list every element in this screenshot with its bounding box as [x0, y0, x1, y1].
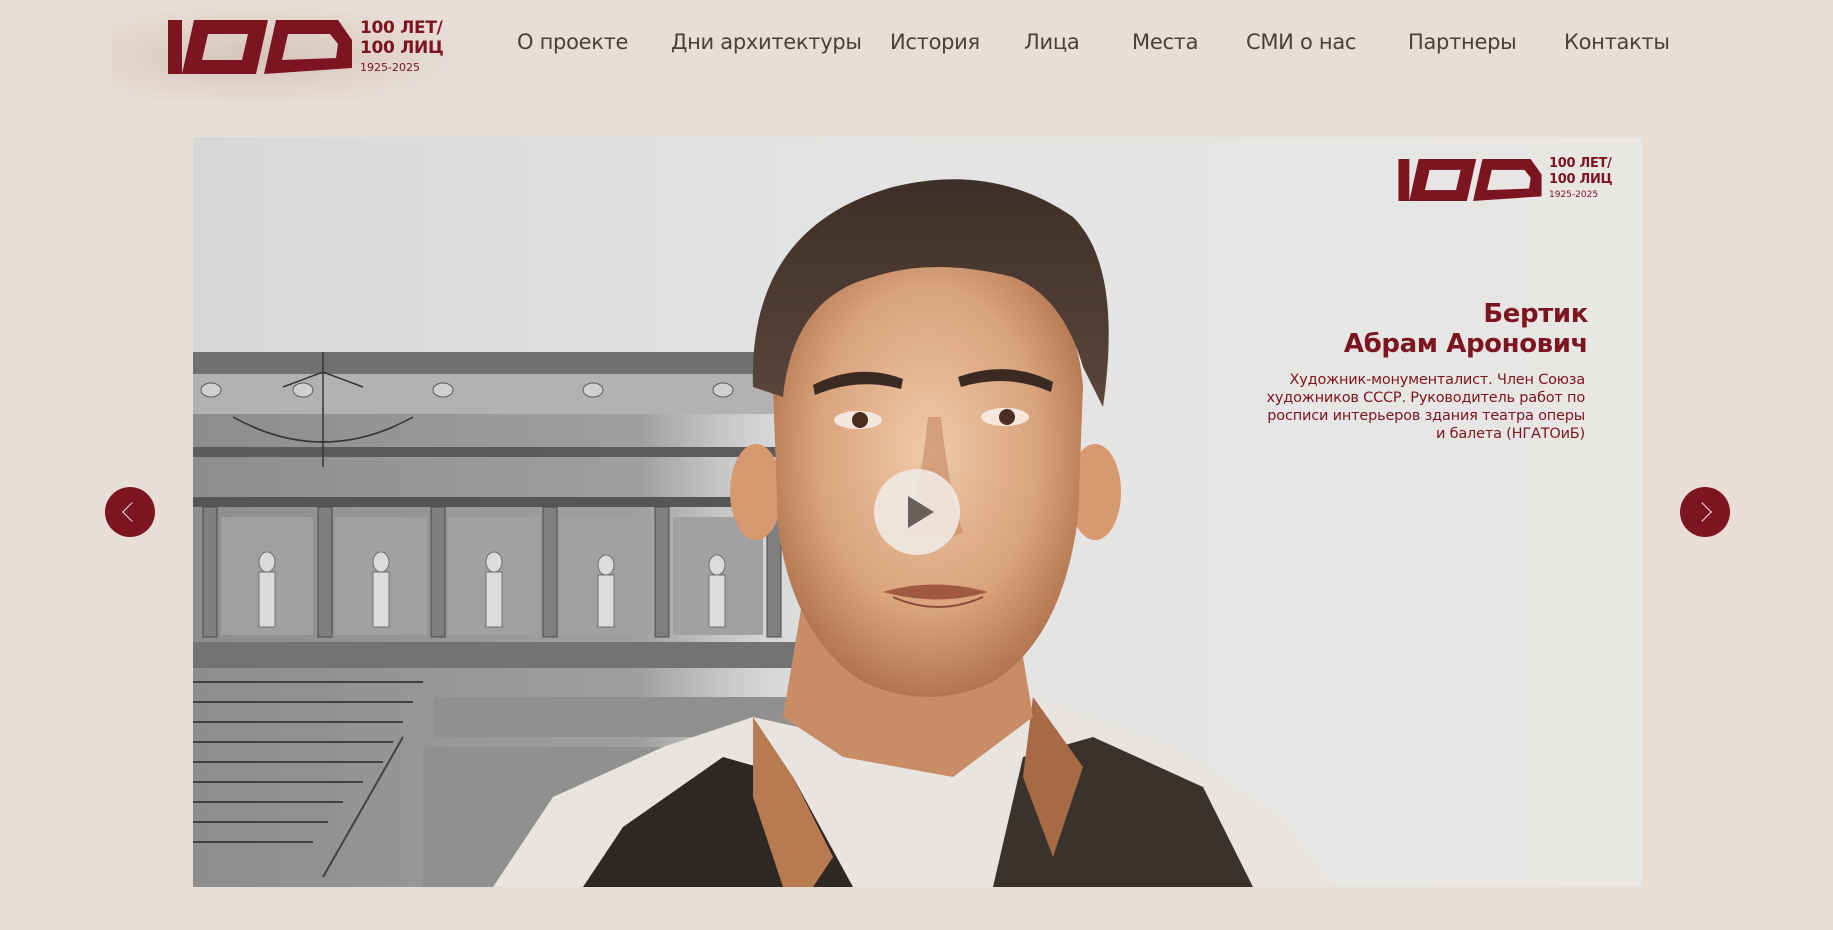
nav-item-history[interactable]: История	[890, 30, 980, 54]
nav-item-faces[interactable]: Лица	[1024, 30, 1080, 54]
logo-100-mark-icon	[168, 20, 352, 74]
site-logo[interactable]: 100 ЛЕТ/ 100 ЛИЦ 1925-2025	[168, 20, 458, 76]
nav-item-media[interactable]: СМИ о нас	[1246, 30, 1356, 54]
slide-logo-years: 1925-2025	[1549, 190, 1599, 200]
slider-next-button[interactable]	[1680, 487, 1730, 537]
slide-logo-line-2: 100 ЛИЦ	[1549, 172, 1613, 187]
person-surname: Бертик	[1483, 299, 1588, 329]
person-name: Бертик Абрам Аронович	[1344, 299, 1588, 359]
hero-slider: 100 ЛЕТ/ 100 ЛИЦ 1925-2025 Бертик Абрам …	[193, 137, 1643, 887]
site-header: 100 ЛЕТ/ 100 ЛИЦ 1925-2025 О проекте Дни…	[0, 0, 1833, 100]
slide-logo: 100 ЛЕТ/ 100 ЛИЦ 1925-2025	[1397, 157, 1621, 205]
nav-item-partners[interactable]: Партнеры	[1408, 30, 1517, 54]
slide-logo-line-1: 100 ЛЕТ/	[1549, 156, 1612, 171]
nav-item-places[interactable]: Места	[1132, 30, 1198, 54]
play-video-button[interactable]	[874, 469, 960, 555]
chevron-right-icon	[1692, 502, 1712, 522]
nav-item-architecture-days[interactable]: Дни архитектуры	[671, 30, 862, 54]
slide-logo-text: 100 ЛЕТ/ 100 ЛИЦ 1925-2025	[1549, 156, 1613, 200]
nav-item-about[interactable]: О проекте	[517, 30, 628, 54]
logo-text: 100 ЛЕТ/ 100 ЛИЦ 1925-2025	[360, 18, 444, 74]
logo-years: 1925-2025	[360, 61, 420, 74]
play-icon	[908, 496, 934, 528]
person-description: Художник-монументалист. Член Союза худож…	[1266, 372, 1586, 442]
slider-prev-button[interactable]	[105, 487, 155, 537]
logo-line-1: 100 ЛЕТ/	[360, 18, 443, 38]
chevron-left-icon	[122, 502, 142, 522]
person-given-name: Абрам Аронович	[1343, 329, 1588, 359]
slide-logo-100-mark-icon	[1398, 159, 1542, 201]
logo-line-2: 100 ЛИЦ	[360, 38, 444, 58]
nav-item-contacts[interactable]: Контакты	[1564, 30, 1670, 54]
